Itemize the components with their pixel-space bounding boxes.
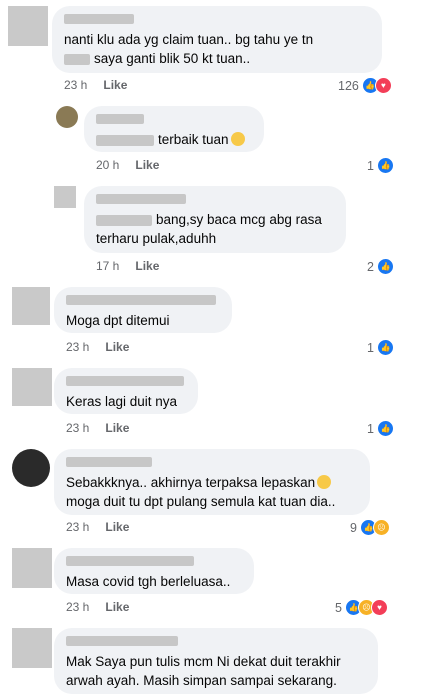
- comment-bubble: nanti klu ada yg claim tuan.. bg tahu ye…: [52, 6, 382, 73]
- comment-text: Masa covid tgh berleluasa..: [66, 574, 231, 589]
- like-reaction-icon: 👍: [376, 258, 394, 275]
- like-button[interactable]: Like: [105, 340, 129, 354]
- timestamp[interactable]: 23 h: [66, 340, 89, 354]
- avatar[interactable]: [12, 628, 52, 668]
- love-reaction-icon: ♥: [370, 599, 388, 616]
- like-button[interactable]: Like: [105, 520, 129, 534]
- comment-bubble: terbaik tuan: [84, 106, 264, 152]
- avatar[interactable]: [12, 449, 50, 487]
- sad-reaction-icon: ☹: [372, 519, 390, 536]
- commenter-name[interactable]: [66, 376, 184, 386]
- like-button[interactable]: Like: [135, 158, 159, 172]
- like-button[interactable]: Like: [103, 78, 127, 92]
- mention-tag[interactable]: [96, 134, 154, 146]
- comment-bubble: Moga dpt ditemui: [54, 287, 232, 333]
- comment-bubble: Keras lagi duit nya: [54, 368, 198, 414]
- reaction-summary[interactable]: 1 👍: [367, 157, 394, 174]
- reaction-count: 1: [367, 421, 374, 436]
- comment-text: terharu pulak,aduhh: [96, 231, 217, 246]
- like-reaction-icon: 👍: [376, 420, 394, 437]
- like-reaction-icon: 👍: [376, 157, 394, 174]
- commenter-name[interactable]: [66, 457, 152, 467]
- commenter-name[interactable]: [64, 14, 134, 24]
- reaction-count: 1: [367, 158, 374, 173]
- reaction-summary[interactable]: 5 👍 ☹ ♥: [335, 599, 388, 616]
- reaction-count: 5: [335, 600, 342, 615]
- timestamp[interactable]: 23 h: [66, 600, 89, 614]
- comment-meta: 20 h Like: [96, 158, 159, 172]
- mention-tag[interactable]: [96, 214, 152, 226]
- timestamp[interactable]: 23 h: [66, 421, 89, 435]
- comment-bubble: Masa covid tgh berleluasa..: [54, 548, 254, 594]
- timestamp[interactable]: 17 h: [96, 259, 119, 273]
- reaction-count: 126: [338, 78, 359, 93]
- comment-text: Sebakkknya.. akhirnya terpaksa lepaskan: [66, 475, 316, 490]
- like-button[interactable]: Like: [105, 600, 129, 614]
- comment-meta: 23 h Like: [66, 421, 129, 435]
- comment-text: Mak Saya pun tulis mcm Ni dekat duit ter…: [66, 654, 341, 669]
- reaction-summary[interactable]: 2 👍: [367, 258, 394, 275]
- comment-bubble: bang,sy baca mcg abg rasa terharu pulak,…: [84, 186, 346, 253]
- avatar[interactable]: [54, 186, 76, 208]
- timestamp[interactable]: 23 h: [66, 520, 89, 534]
- reaction-summary[interactable]: 9 👍 ☹: [350, 519, 390, 536]
- comment-text: saya ganti blik 50 kt tuan..: [94, 51, 251, 66]
- reaction-summary[interactable]: 1 👍: [367, 339, 394, 356]
- reaction-summary[interactable]: 1 👍: [367, 420, 394, 437]
- like-reaction-icon: 👍: [376, 339, 394, 356]
- comment-text: nanti klu ada yg claim tuan.. bg tahu ye…: [64, 32, 314, 47]
- commenter-name[interactable]: [96, 114, 144, 124]
- comment-text: Moga dpt ditemui: [66, 313, 170, 328]
- comment-meta: 17 h Like: [96, 259, 159, 273]
- like-button[interactable]: Like: [135, 259, 159, 273]
- comment-text: Keras lagi duit nya: [66, 394, 178, 409]
- avatar[interactable]: [56, 106, 78, 128]
- love-reaction-icon: ♥: [374, 77, 392, 94]
- commenter-name[interactable]: [66, 636, 178, 646]
- like-button[interactable]: Like: [105, 421, 129, 435]
- avatar[interactable]: [12, 548, 52, 588]
- comment-bubble: Sebakkknya.. akhirnya terpaksa lepaskan …: [54, 449, 370, 515]
- timestamp[interactable]: 20 h: [96, 158, 119, 172]
- pleading-face-emoji-icon: [317, 475, 332, 489]
- comment-text: arwah ayah. Masih simpan sampai sekarang…: [66, 673, 337, 688]
- commenter-name[interactable]: [66, 556, 194, 566]
- thumbs-up-emoji-icon: [230, 132, 245, 146]
- reaction-summary[interactable]: 126 👍 ♥: [338, 77, 392, 94]
- comment-text: terbaik tuan: [158, 132, 229, 147]
- comment-meta: 23 h Like: [66, 520, 129, 534]
- comment-meta: 23 h Like: [64, 78, 127, 92]
- reaction-count: 2: [367, 259, 374, 274]
- mention-tag[interactable]: [64, 53, 90, 65]
- timestamp[interactable]: 23 h: [64, 78, 87, 92]
- reaction-count: 1: [367, 340, 374, 355]
- avatar[interactable]: [8, 6, 48, 46]
- avatar[interactable]: [12, 287, 50, 325]
- comment-meta: 23 h Like: [66, 340, 129, 354]
- comment-text: moga duit tu dpt pulang semula kat tuan …: [66, 494, 336, 509]
- comment-text: bang,sy baca mcg abg rasa: [156, 212, 322, 227]
- comment-meta: 23 h Like: [66, 600, 129, 614]
- comment-bubble: Mak Saya pun tulis mcm Ni dekat duit ter…: [54, 628, 378, 694]
- reaction-count: 9: [350, 520, 357, 535]
- commenter-name[interactable]: [96, 194, 186, 204]
- avatar[interactable]: [12, 368, 52, 406]
- commenter-name[interactable]: [66, 295, 216, 305]
